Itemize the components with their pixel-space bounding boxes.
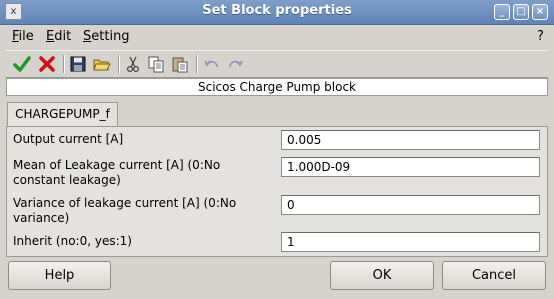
open-folder-icon[interactable] — [92, 54, 112, 74]
copy-icon[interactable] — [146, 54, 166, 74]
help-button[interactable]: Help — [8, 261, 111, 290]
inherit-field[interactable] — [281, 232, 540, 252]
leakage-variance-field[interactable] — [281, 195, 540, 215]
output-current-label: Output current [A] — [13, 132, 124, 146]
leakage-mean-field[interactable] — [281, 157, 540, 177]
window-title: Set Block properties — [202, 3, 352, 18]
menu-help[interactable]: ? — [537, 29, 544, 44]
ok-check-icon[interactable] — [12, 54, 32, 74]
output-current-field[interactable] — [281, 130, 540, 150]
toolbar-separator — [118, 55, 120, 73]
leakage-mean-label: Mean of Leakage current [A] (0:No consta… — [13, 158, 220, 188]
title-bar[interactable]: x Set Block properties _ □ × — [0, 0, 554, 25]
leakage-variance-label: Variance of leakage current [A] (0:No va… — [13, 196, 236, 226]
ok-button[interactable]: OK — [330, 261, 434, 290]
cancel-button[interactable]: Cancel — [442, 261, 546, 290]
toolbar-separator — [63, 55, 65, 73]
save-icon[interactable] — [68, 54, 88, 74]
undo-icon[interactable] — [202, 54, 222, 74]
inherit-label: Inherit (no:0, yes:1) — [13, 234, 132, 248]
cancel-x-icon[interactable] — [37, 54, 57, 74]
leakage-mean-label-line2: constant leakage) — [13, 173, 121, 187]
toolbar-separator — [196, 55, 198, 73]
paste-icon[interactable] — [170, 54, 190, 74]
leakage-mean-label-line1: Mean of Leakage current [A] (0:No — [13, 158, 221, 172]
menu-setting[interactable]: Setting — [83, 29, 130, 44]
close-button[interactable]: × — [532, 4, 548, 20]
menu-file[interactable]: File — [12, 29, 34, 44]
menu-bar: File Edit Setting ? — [0, 25, 554, 47]
menu-edit[interactable]: Edit — [46, 29, 71, 44]
cut-icon[interactable] — [123, 54, 143, 74]
block-description-header: Scicos Charge Pump block — [6, 78, 548, 96]
minimize-button[interactable]: _ — [494, 4, 510, 20]
leakage-variance-label-line1: Variance of leakage current [A] (0:No — [13, 196, 237, 210]
maximize-button[interactable]: □ — [513, 4, 529, 20]
leakage-variance-label-line2: variance) — [13, 211, 70, 225]
toolbar — [6, 50, 548, 78]
redo-icon[interactable] — [225, 54, 245, 74]
tab-chargepump[interactable]: CHARGEPUMP_f — [7, 102, 118, 127]
